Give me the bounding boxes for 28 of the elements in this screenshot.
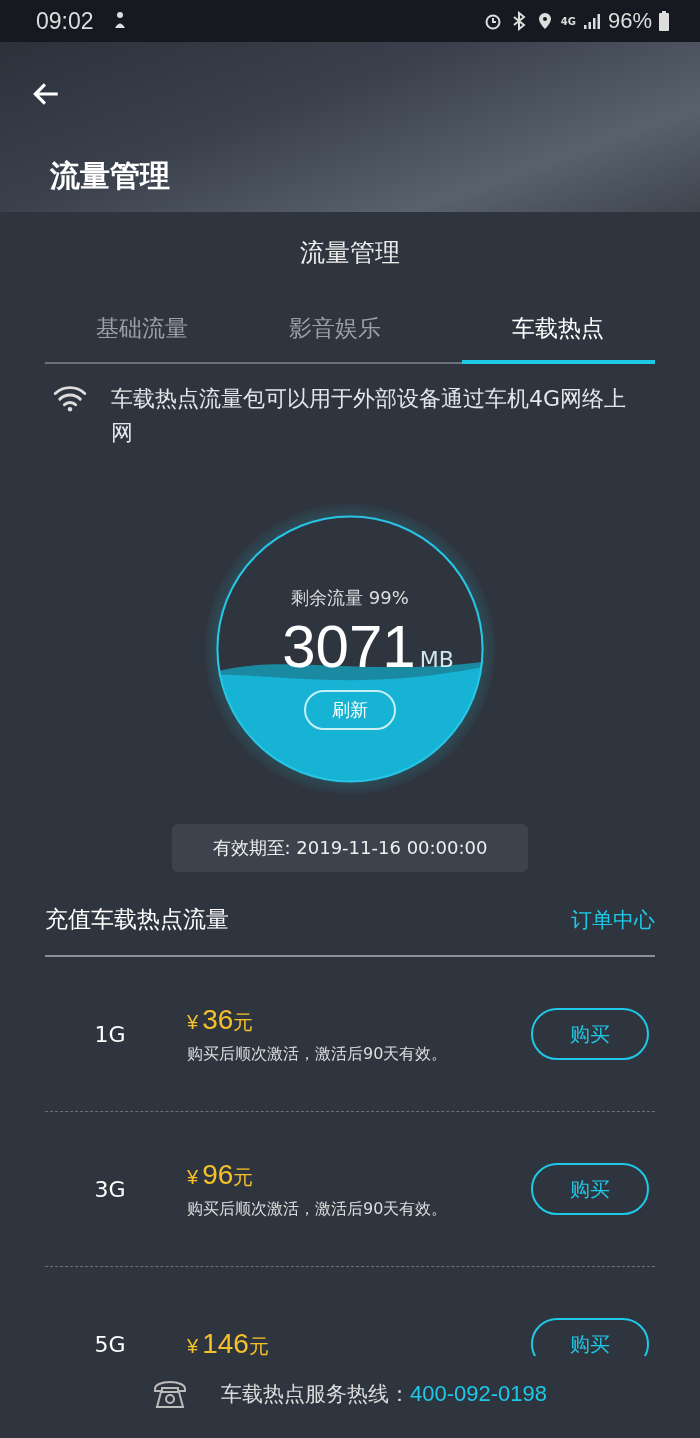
phone-icon [153, 1379, 187, 1409]
panel-title: 流量管理 [299, 237, 401, 269]
buy-button[interactable]: 购买 [531, 1008, 649, 1060]
hotline-label: 车载热点服务热线： [221, 1381, 410, 1408]
tab[interactable]: 车载热点 [461, 313, 655, 364]
plan-price: ¥36元 [187, 1003, 255, 1036]
expiry-date: 有效期至: 2019-11-16 00:00:00 [172, 824, 528, 872]
status-time: 09:02 [36, 7, 94, 35]
remaining-label: 剩余流量 99% [291, 586, 409, 610]
amount-unit: MB [419, 647, 454, 672]
signal-icon [581, 11, 602, 31]
tab[interactable]: 基础流量 [45, 313, 239, 364]
battery-percent: 96% [607, 8, 652, 34]
tab[interactable]: 影音娱乐 [238, 313, 432, 364]
hotline-number[interactable]: 400-092-0198 [410, 1381, 547, 1407]
plan-note: 购买后顺次激活，激活后90天有效。 [187, 1198, 449, 1220]
notice-text: 车载热点流量包可以用于外部设备通过车机4G网络上网 [111, 385, 628, 447]
wifi-icon [53, 384, 87, 412]
battery-icon [658, 11, 670, 31]
network-type: 4G [560, 15, 576, 27]
order-center-link[interactable]: 订单中心 [571, 905, 655, 934]
plan-price: ¥96元 [187, 1158, 255, 1191]
section-title: 充值车载热点流量 [45, 905, 229, 934]
buy-button[interactable]: 购买 [531, 1163, 649, 1215]
remaining-amount: 3071 [282, 612, 416, 682]
plan-note: 购买后顺次激活，激活后90天有效。 [187, 1043, 449, 1065]
page-title: 流量管理 [50, 157, 171, 195]
plan-price: ¥146元 [187, 1328, 270, 1357]
